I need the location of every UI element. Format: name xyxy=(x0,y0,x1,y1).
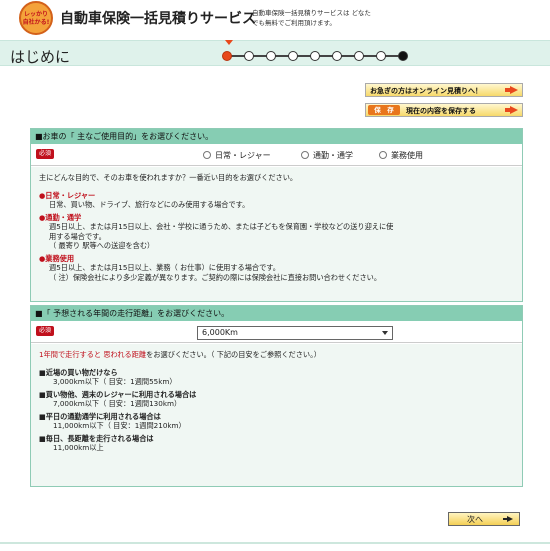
step-progress xyxy=(222,50,412,62)
section-heading: ■「 予想される年間の走行距離」をお選びください。 xyxy=(31,306,522,321)
step-dot-5 xyxy=(310,51,320,61)
arrow-right-icon xyxy=(505,86,518,94)
required-badge: 必須 xyxy=(36,326,54,336)
option-title: ●日常・レジャー xyxy=(39,190,96,200)
mileage-item-sub: 7,000km以下（ 目安：1週間130km） xyxy=(53,399,182,408)
section-heading: ■お車の「 主なご使用目的」をお選びください。 xyxy=(31,129,522,144)
mileage-item-sub: 11,000km以上 xyxy=(53,443,104,452)
usage-purpose-panel: ■お車の「 主なご使用目的」をお選びください。 必須 日常・レジャー 通勤・通学… xyxy=(30,128,523,302)
brand-title: 自動車保険一括見積りサービス xyxy=(60,11,256,27)
radio-label: 日常・レジャー xyxy=(215,151,271,160)
radio-label: 通勤・通学 xyxy=(313,151,353,160)
step-dot-6 xyxy=(332,51,342,61)
online-estimate-button[interactable]: お急ぎの方はオンライン見積りへ！ xyxy=(365,83,523,97)
mileage-item-title: ■毎日、長距離を走行される場合は xyxy=(39,433,154,443)
step-dot-1 xyxy=(222,51,232,61)
radio-business[interactable]: 業務使用 xyxy=(379,150,423,161)
title-band: はじめに xyxy=(0,40,550,66)
arrow-right-icon xyxy=(505,106,518,114)
mileage-select-value: 6,000Km xyxy=(202,328,238,337)
option-desc: （ 最寄り 駅等への送迎を含む） xyxy=(49,241,155,250)
arrow-right-icon xyxy=(503,516,513,522)
online-estimate-label: お急ぎの方はオンライン見積りへ！ xyxy=(370,87,482,95)
radio-commute[interactable]: 通勤・通学 xyxy=(301,150,353,161)
option-title: ●通勤・通学 xyxy=(39,212,82,222)
chevron-down-icon xyxy=(382,331,388,335)
radio-circle-icon xyxy=(203,151,211,159)
step-dot-8 xyxy=(376,51,386,61)
next-button[interactable]: 次へ xyxy=(448,512,520,526)
mileage-help: 1年間で走行すると 思われる距離をお選びください。（ 下記の目安をご参照ください… xyxy=(31,344,522,486)
option-desc: 用する場合です。 xyxy=(49,231,106,241)
option-title-text: 通勤・通学 xyxy=(45,212,82,222)
page-title: はじめに xyxy=(10,48,71,66)
step-dot-7 xyxy=(354,51,364,61)
option-desc: 週5日以上、または月15日以上、業務（ お仕事）に使用する場合です。 xyxy=(49,263,280,272)
usage-options-row: 必須 日常・レジャー 通勤・通学 業務使用 xyxy=(31,144,522,166)
step-dot-4 xyxy=(288,51,298,61)
usage-help: 主にどんな目的で、そのお車を使われますか？一番近い目的をお選びください。 ●日常… xyxy=(31,167,522,301)
logo-badge: レッかり 自社かる! xyxy=(19,1,53,35)
option-title-text: 業務使用 xyxy=(45,253,75,263)
brand-subtitle: 自動車保険一括見積りサービスは どなたでも無料でご利用頂けます。 xyxy=(252,9,371,27)
option-title: ●業務使用 xyxy=(39,253,75,263)
mileage-select-row: 必須 6,000Km xyxy=(31,321,522,343)
mileage-item-sub: 11,000km以下（ 目安：1週間210km） xyxy=(53,421,186,430)
required-badge: 必須 xyxy=(36,149,54,159)
radio-circle-icon xyxy=(379,151,387,159)
option-desc: 日常、買い物、ドライブ、旅行などにのみ使用する場合です。 xyxy=(49,200,250,209)
option-desc: （ 注）保険会社により多少定義が異なります。ご契約の際には保険会社に直接お問い合… xyxy=(49,272,382,282)
mileage-lead-red: 1年間で走行すると 思われる距離 xyxy=(39,350,147,359)
save-button[interactable]: 保 存 現在の内容を保存する xyxy=(365,103,523,117)
mileage-item-title: ■平日の通勤通学に利用される場合は xyxy=(39,411,161,421)
option-title-text: 日常・レジャー xyxy=(45,190,96,200)
next-label: 次へ xyxy=(467,515,483,524)
mileage-panel: ■「 予想される年間の走行距離」をお選びください。 必須 6,000Km 1年間… xyxy=(30,305,523,487)
usage-lead: 主にどんな目的で、そのお車を使われますか？一番近い目的をお選びください。 xyxy=(39,173,298,182)
mileage-lead: 1年間で走行すると 思われる距離をお選びください。（ 下記の目安をご参照ください… xyxy=(39,350,514,360)
mileage-lead-rest: をお選びください。（ 下記の目安をご参照ください。） xyxy=(146,350,321,359)
option-desc: 週5日以上、または月15日以上、会社・学校に通うため、または子どもを保育園・学校… xyxy=(49,222,394,231)
step-dot-2 xyxy=(244,51,254,61)
save-tag: 保 存 xyxy=(368,105,400,115)
mileage-item-title: ■近場の買い物だけなら xyxy=(39,367,118,377)
step-dot-3 xyxy=(266,51,276,61)
footer-divider xyxy=(0,542,550,544)
radio-circle-icon xyxy=(301,151,309,159)
mileage-item-sub: 3,000km以下（ 目安：1週間55km） xyxy=(53,377,177,386)
save-label: 現在の内容を保存する xyxy=(406,107,476,115)
step-dot-9 xyxy=(398,51,408,61)
radio-daily-leisure[interactable]: 日常・レジャー xyxy=(203,150,271,161)
mileage-item-title: ■買い物他、週末のレジャーに利用される場合は xyxy=(39,389,197,399)
radio-label: 業務使用 xyxy=(391,151,423,160)
current-step-caret xyxy=(225,40,233,45)
mileage-select[interactable]: 6,000Km xyxy=(197,326,393,340)
header: レッかり 自社かる! 自動車保険一括見積りサービス 自動車保険一括見積りサービス… xyxy=(0,0,550,40)
